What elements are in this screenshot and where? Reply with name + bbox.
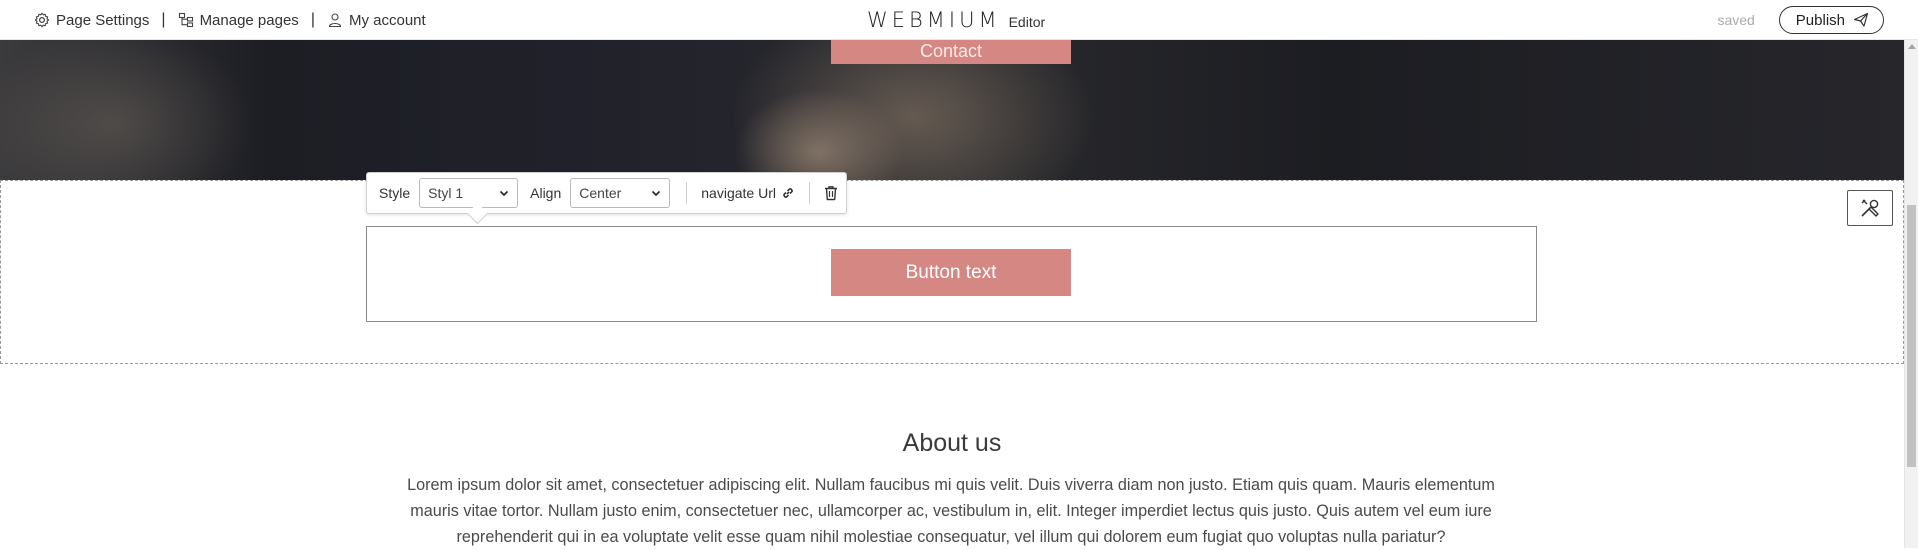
align-select-value: Center [579,185,622,201]
contact-button[interactable]: Contact [831,40,1071,64]
chevron-down-icon [500,190,509,197]
style-select-value: Styl 1 [428,185,464,201]
manage-pages-link[interactable]: Manage pages [178,12,299,29]
publish-label: Publish [1795,11,1845,29]
section-tools-button[interactable] [1847,190,1893,226]
brand-logo: WEBMIUM [867,8,1001,32]
manage-pages-label: Manage pages [199,11,299,29]
topbar-actions: saved Publish [1717,0,1884,40]
toolbar-divider [808,182,810,204]
style-select[interactable]: Styl 1 [419,178,519,208]
navigate-url-button[interactable]: navigate Url [701,185,795,201]
align-select[interactable]: Center [570,178,671,208]
align-label: Align [530,185,562,201]
style-label: Style [379,185,411,201]
brand: WEBMIUM Editor [867,0,1045,40]
user-icon [328,13,342,28]
toolbar-divider [686,182,688,204]
topbar-menu: Page Settings | Manage pages | My accoun… [34,0,426,40]
sitemap-icon [178,12,193,28]
navigate-url-label: navigate Url [701,185,776,201]
main-button[interactable]: Button text [831,249,1071,296]
paper-plane-icon [1853,12,1869,27]
scroll-thumb[interactable] [1907,205,1916,467]
scroll-up-arrow[interactable] [1908,44,1916,49]
trash-icon[interactable] [822,184,840,202]
brand-subtitle: Editor [1008,14,1046,30]
separator: | [310,11,315,28]
page-settings-label: Page Settings [56,11,150,29]
block-toolbar: Style Styl 1 Align Center navigate Url [366,172,847,214]
publish-button[interactable]: Publish [1778,6,1884,34]
hero-section: Contact [0,40,1904,180]
chevron-down-icon [652,190,661,197]
link-icon [783,188,793,198]
my-account-link[interactable]: My account [327,12,426,29]
about-title: About us [902,429,1002,457]
page-scrollbar[interactable] [1904,40,1918,548]
page-settings-link[interactable]: Page Settings [34,12,149,29]
tools-icon [1861,199,1879,217]
top-bar: Page Settings | Manage pages | My accoun… [0,0,1918,40]
my-account-label: My account [348,11,426,29]
separator: | [161,11,166,28]
gear-icon [34,12,50,28]
about-paragraph: Lorem ipsum dolor sit amet, consectetuer… [407,476,1495,546]
save-status: saved [1717,12,1755,28]
